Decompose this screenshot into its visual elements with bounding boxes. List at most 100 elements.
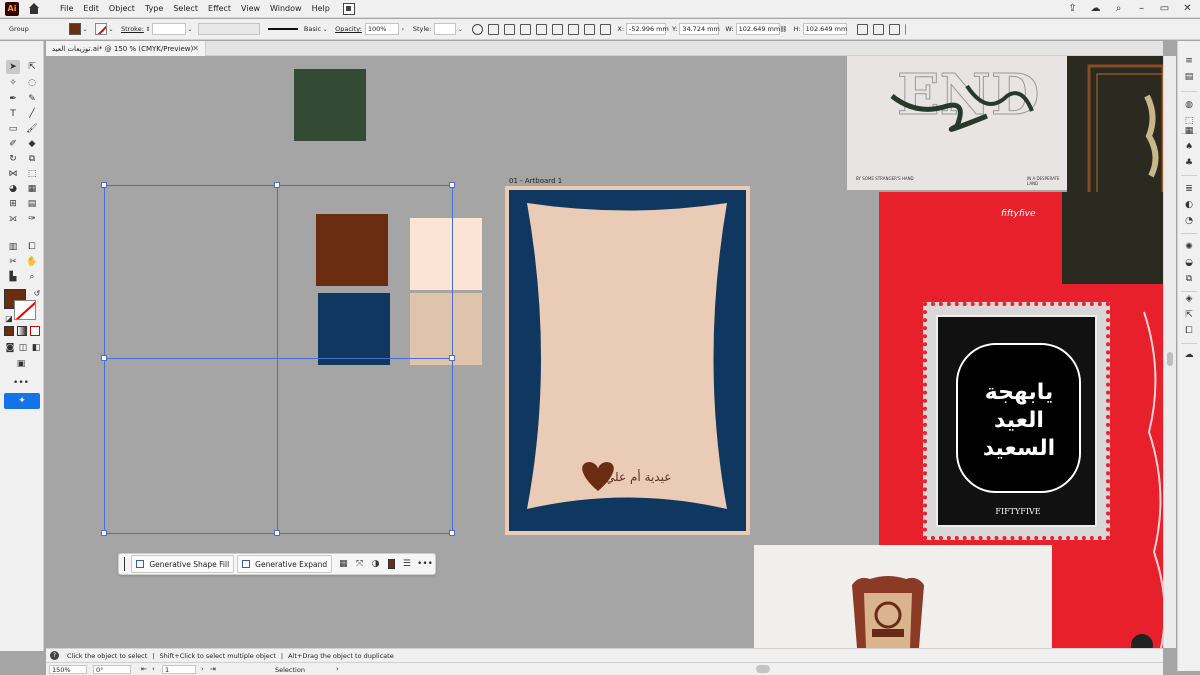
more-options-icon[interactable]: ••• [417, 558, 433, 570]
align-left-icon[interactable] [504, 23, 516, 35]
beige-swatch[interactable] [410, 293, 482, 365]
brown-swatch[interactable] [316, 214, 388, 286]
curvature-tool-icon[interactable]: ✎ [25, 92, 39, 106]
blend-tool-icon[interactable]: ⟗ [6, 212, 20, 226]
opacity-chevron-icon[interactable]: › [399, 26, 407, 33]
brush-dropdown-icon[interactable]: ⌄ [321, 26, 329, 33]
none-mode-icon[interactable] [30, 326, 40, 336]
brushes-panel-icon[interactable]: ♠ [1183, 141, 1195, 153]
stroke-panel-icon[interactable]: ≣ [1183, 183, 1195, 195]
libraries-panel-icon[interactable]: ▤ [1183, 71, 1195, 83]
screen-mode-icon[interactable]: ▣ [14, 357, 28, 371]
zoom-field[interactable]: 150% [49, 665, 87, 674]
handle-bottom-left[interactable] [101, 530, 107, 536]
artboard[interactable]: عيدية أم علي [505, 186, 750, 535]
appearance-panel-icon[interactable]: ◍ [1183, 99, 1195, 111]
handle-bottom-right[interactable] [449, 530, 455, 536]
menu-effect[interactable]: Effect [203, 4, 236, 13]
stroke-dropdown-icon[interactable]: ⌄ [107, 26, 115, 33]
menu-type[interactable]: Type [140, 4, 168, 13]
graph-tool-icon[interactable]: ▥ [6, 240, 20, 254]
menu-window[interactable]: Window [265, 4, 307, 13]
perspective-grid-tool-icon[interactable]: ▦ [25, 182, 39, 196]
vertical-scrollbar[interactable] [1163, 56, 1176, 648]
h-field[interactable]: 102.649 mm [802, 23, 847, 35]
shape-builder-tool-icon[interactable]: ◕ [6, 182, 20, 196]
artboards-panel-icon[interactable]: ⧠ [1183, 325, 1195, 337]
align-to-icon[interactable] [488, 23, 500, 35]
search-icon[interactable]: ⌕ [1112, 2, 1125, 15]
first-artboard-icon[interactable]: ⇤ [141, 665, 147, 673]
menu-select[interactable]: Select [168, 4, 203, 13]
last-artboard-icon[interactable]: ⇥ [210, 665, 216, 673]
align-right-icon[interactable] [536, 23, 548, 35]
cc-libraries-panel-icon[interactable]: ☁ [1183, 349, 1195, 361]
print-tiling-tool-icon[interactable]: ▙ [6, 270, 20, 284]
rotate-tool-icon[interactable]: ↻ [6, 152, 20, 166]
rectangle-tool-icon[interactable]: ▭ [6, 122, 20, 136]
align-middle-icon[interactable] [568, 23, 580, 35]
reference-point-icon[interactable] [600, 23, 612, 35]
dark-green-swatch[interactable] [294, 69, 366, 141]
brush-value[interactable]: Basic [304, 25, 321, 33]
width-tool-icon[interactable]: ⋈ [6, 167, 20, 181]
asset-export-panel-icon[interactable]: ⇱ [1183, 309, 1195, 321]
stroke-weight-field[interactable] [151, 23, 186, 35]
handle-top-center[interactable] [274, 182, 280, 188]
rotation-field[interactable]: 0° [93, 665, 131, 674]
stroke-color-box[interactable] [14, 300, 36, 320]
paintbrush-tool-icon[interactable]: 🖌 [25, 122, 39, 136]
menu-file[interactable]: File [55, 4, 78, 13]
align-top-icon[interactable] [552, 23, 564, 35]
line-tool-icon[interactable]: ╱ [25, 107, 39, 121]
status-menu-chevron-icon[interactable]: › [336, 665, 339, 673]
opacity-label[interactable]: Opacity: [335, 25, 362, 33]
eyedropper-tool-icon[interactable]: ✑ [25, 212, 39, 226]
handle-top-left[interactable] [101, 182, 107, 188]
menu-view[interactable]: View [236, 4, 265, 13]
scale-tool-icon[interactable]: ⧉ [25, 152, 39, 166]
reference-lantern-photo[interactable] [754, 545, 1052, 648]
style-field[interactable] [434, 23, 457, 35]
swatches-panel-icon[interactable]: ▦ [1183, 125, 1195, 137]
swap-fill-stroke-icon[interactable]: ↺ [30, 286, 44, 300]
direct-selection-tool-icon[interactable]: ⇱ [25, 60, 39, 74]
previous-artboard-icon[interactable]: ‹ [152, 665, 155, 673]
shaper-tool-icon[interactable]: ✐ [6, 137, 20, 151]
layers-panel-icon[interactable]: ◈ [1183, 293, 1195, 305]
transparency-panel-icon[interactable]: ◔ [1183, 215, 1195, 227]
light-peach-swatch[interactable] [410, 218, 482, 290]
handle-middle-left[interactable] [101, 355, 107, 361]
fill-dropdown-icon[interactable]: ⌄ [81, 26, 89, 33]
transform-icon[interactable] [856, 23, 868, 35]
color-guide-panel-icon[interactable]: ◒ [1183, 257, 1195, 269]
color-panel-icon[interactable]: ✺ [1183, 241, 1195, 253]
y-field[interactable]: 34.724 mm [679, 23, 720, 35]
navy-swatch[interactable] [318, 293, 390, 365]
draw-normal-icon[interactable]: ◙ [3, 341, 17, 355]
share-icon[interactable]: ⇪ [1066, 2, 1079, 15]
gradient-panel-icon[interactable]: ◐ [1183, 199, 1195, 211]
vertical-scroll-thumb[interactable] [1167, 352, 1173, 366]
draw-behind-icon[interactable]: ◫ [16, 341, 30, 355]
close-icon[interactable]: ✕ [1181, 2, 1194, 15]
magic-wand-tool-icon[interactable]: ✧ [6, 76, 20, 90]
recolor-artwork-icon[interactable] [472, 23, 484, 35]
recolor-icon[interactable]: ◑ [372, 558, 380, 570]
artboard-label[interactable]: 01 - Artboard 1 [509, 177, 562, 185]
symbols-panel-icon[interactable]: ♣ [1183, 157, 1195, 169]
arrange-documents-icon[interactable] [342, 2, 355, 15]
tab-close-icon[interactable]: ✕ [192, 44, 199, 53]
pen-tool-icon[interactable]: ✒ [6, 92, 20, 106]
home-icon[interactable] [27, 2, 41, 16]
generative-ai-button[interactable]: ✦ [4, 393, 40, 409]
horizontal-scroll-thumb[interactable] [756, 665, 770, 673]
fill-swatch[interactable] [69, 23, 81, 35]
align-center-icon[interactable] [520, 23, 532, 35]
document-tab[interactable]: توزيعات العيد.ai* @ 150 % (CMYK/Preview)… [46, 41, 206, 56]
help-icon[interactable]: ? [50, 651, 59, 660]
generative-expand-button[interactable]: Generative Expand [237, 555, 333, 573]
draw-inside-icon[interactable]: ◧ [29, 341, 43, 355]
menu-object[interactable]: Object [104, 4, 140, 13]
maximize-icon[interactable]: ▭ [1158, 2, 1171, 15]
